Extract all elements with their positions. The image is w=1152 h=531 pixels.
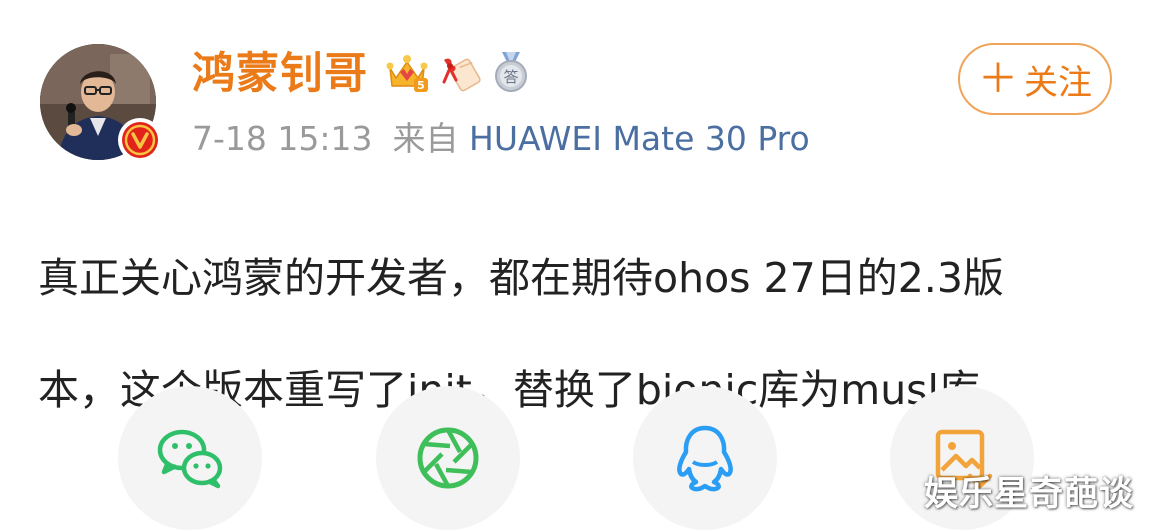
post-text-line-1: 真正关心鸿蒙的开发者，都在期待ohos 27日的2.3版 xyxy=(38,254,1004,302)
post-timestamp: 7-18 15:13 xyxy=(192,119,373,158)
svg-text:答: 答 xyxy=(503,68,518,86)
wechat-moments-icon xyxy=(417,427,479,489)
share-qq-button[interactable] xyxy=(633,386,777,530)
source-device-link[interactable]: HUAWEI Mate 30 Pro xyxy=(469,119,810,158)
verified-badge xyxy=(118,118,162,162)
watermark: 娱乐星奇葩谈 xyxy=(924,474,1134,514)
wechat-icon xyxy=(157,429,223,489)
weibo-post-card: 鸿蒙钊哥 5 答 7-18 15:13 来自 HUAWEI Mate 30 Pr… xyxy=(0,0,1152,531)
medal-answer-badge-icon[interactable]: 答 xyxy=(488,48,534,94)
author-name[interactable]: 鸿蒙钊哥 xyxy=(192,46,368,102)
follow-button[interactable]: ＋ 关注 xyxy=(958,43,1112,115)
ribbon-scroll-badge-icon[interactable] xyxy=(436,48,482,94)
author-badges: 5 答 xyxy=(384,48,534,94)
vip-crown-badge-icon[interactable]: 5 xyxy=(384,48,430,94)
post-meta: 7-18 15:13 来自 HUAWEI Mate 30 Pro xyxy=(192,116,810,162)
share-moments-button[interactable] xyxy=(376,386,520,530)
verified-v-icon xyxy=(122,122,158,158)
follow-label: 关注 xyxy=(1024,62,1092,103)
share-wechat-button[interactable] xyxy=(118,386,262,530)
author-avatar-container[interactable] xyxy=(40,44,162,162)
svg-text:5: 5 xyxy=(417,79,425,92)
plus-icon: ＋ xyxy=(978,56,1018,102)
source-prefix: 来自 xyxy=(392,119,459,158)
qq-icon xyxy=(677,425,733,492)
